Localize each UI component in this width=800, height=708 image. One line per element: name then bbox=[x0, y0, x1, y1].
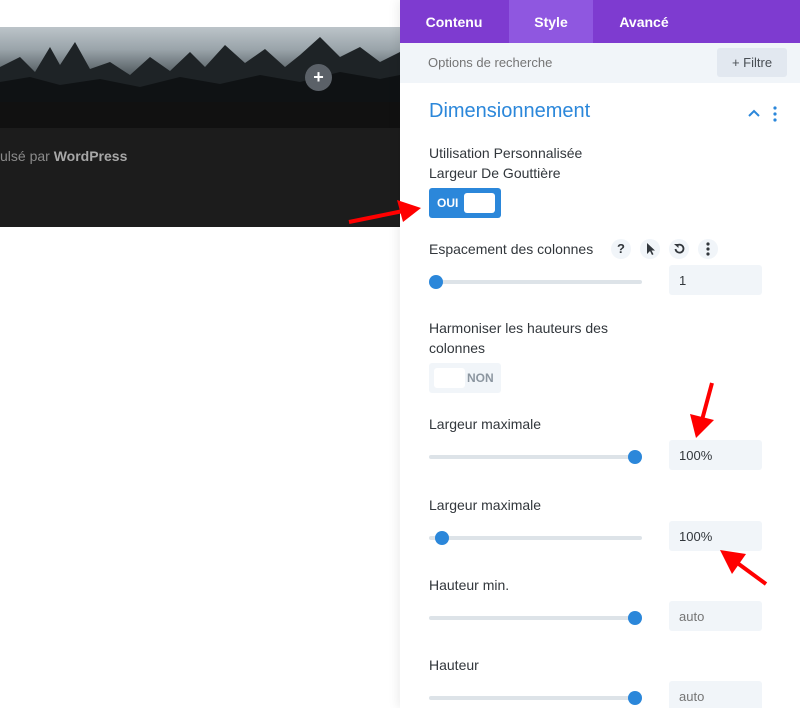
filter-button[interactable]: + Filtre bbox=[717, 48, 787, 77]
gutter-toggle[interactable]: OUI bbox=[429, 188, 501, 218]
min-height-slider-handle[interactable] bbox=[628, 611, 642, 625]
tab-bar: Contenu Style Avancé bbox=[400, 0, 800, 43]
max-width-field-2[interactable] bbox=[669, 521, 762, 551]
column-spacing-label: Espacement des colonnes bbox=[429, 241, 594, 257]
reset-icon[interactable] bbox=[669, 239, 689, 259]
search-input[interactable] bbox=[428, 55, 678, 70]
min-height-slider[interactable] bbox=[429, 616, 642, 620]
height-slider-handle[interactable] bbox=[628, 691, 642, 705]
height-field[interactable] bbox=[669, 681, 762, 708]
equalize-heights-label: Harmoniser les hauteurs des colonnes bbox=[429, 320, 608, 356]
tab-avance[interactable]: Avancé bbox=[599, 0, 689, 43]
height-slider[interactable] bbox=[429, 696, 642, 700]
max-width-field[interactable] bbox=[669, 440, 762, 470]
more-options-icon[interactable] bbox=[698, 239, 718, 259]
settings-panel: Contenu Style Avancé + Filtre Dimensionn… bbox=[400, 0, 800, 708]
tab-style[interactable]: Style bbox=[509, 0, 593, 43]
cursor-icon[interactable] bbox=[640, 239, 660, 259]
max-width-slider-handle[interactable] bbox=[628, 450, 642, 464]
preview-divider bbox=[0, 102, 400, 128]
toggle-off-label: NON bbox=[467, 371, 494, 385]
add-row-button[interactable]: + bbox=[305, 64, 332, 91]
footer-brand-link[interactable]: WordPress bbox=[54, 148, 128, 164]
min-height-field[interactable] bbox=[669, 601, 762, 631]
toggle-on-label: OUI bbox=[437, 196, 459, 210]
chevron-up-icon[interactable] bbox=[747, 106, 761, 120]
min-height-label: Hauteur min. bbox=[429, 577, 510, 593]
column-spacing-slider-handle[interactable] bbox=[429, 275, 443, 289]
annotation-arrow-upleft-icon bbox=[720, 550, 768, 586]
annotation-arrow-down-icon bbox=[690, 382, 714, 438]
max-width-label-2: Largeur maximale bbox=[429, 497, 542, 513]
screen: + ulsé par WordPress Contenu Style Avanc… bbox=[0, 0, 800, 708]
toggle-knob bbox=[464, 193, 495, 213]
tab-contenu[interactable]: Contenu bbox=[410, 0, 498, 43]
gutter-label: Utilisation Personnalisée Largeur De Gou… bbox=[429, 145, 583, 181]
annotation-arrow-right-icon bbox=[348, 200, 421, 224]
max-width-slider[interactable] bbox=[429, 455, 642, 459]
help-icon[interactable]: ? bbox=[611, 239, 631, 259]
column-spacing-slider[interactable] bbox=[429, 280, 642, 284]
equalize-heights-toggle[interactable]: NON bbox=[429, 363, 501, 393]
column-spacing-field[interactable] bbox=[669, 265, 762, 295]
plus-icon: + bbox=[313, 67, 324, 87]
section-title[interactable]: Dimensionnement bbox=[429, 100, 590, 123]
toggle-knob bbox=[434, 368, 465, 388]
height-label: Hauteur bbox=[429, 657, 479, 673]
kebab-menu-icon[interactable] bbox=[772, 106, 778, 122]
max-width-slider-2[interactable] bbox=[429, 536, 642, 540]
max-width-slider-handle-2[interactable] bbox=[434, 531, 449, 545]
header-image bbox=[0, 27, 400, 102]
max-width-label: Largeur maximale bbox=[429, 416, 542, 432]
footer-credit: ulsé par WordPress bbox=[0, 148, 128, 164]
